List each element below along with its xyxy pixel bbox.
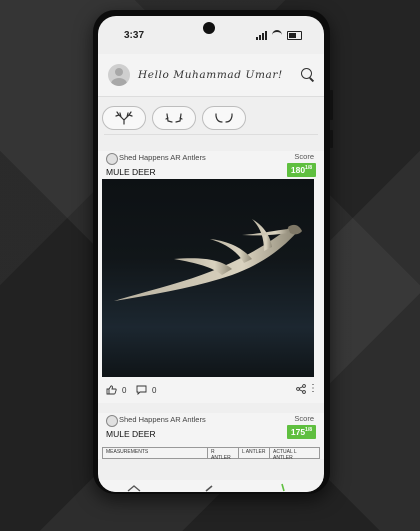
more-options-icon[interactable]: ⋮ bbox=[308, 384, 318, 394]
post-species: MULE DEER bbox=[106, 167, 156, 177]
share-icon bbox=[296, 384, 306, 394]
antler-image bbox=[114, 219, 302, 301]
score-label: Score bbox=[294, 414, 314, 423]
brand-logo bbox=[106, 415, 118, 427]
comment-count: 0 bbox=[152, 385, 157, 395]
bottom-nav-icons bbox=[127, 483, 285, 492]
like-button[interactable]: 0 bbox=[106, 385, 126, 395]
score-badge: 1751/8 bbox=[286, 425, 316, 439]
score-value: 180 bbox=[290, 165, 306, 175]
col-l-antler: L ANTLER bbox=[239, 448, 270, 458]
active-tab-icon bbox=[281, 483, 285, 492]
score-value: 175 bbox=[290, 427, 306, 437]
deer-antler-icon bbox=[115, 111, 133, 125]
status-time: 3:37 bbox=[124, 30, 145, 41]
score-unit: 1/8 bbox=[305, 165, 312, 172]
battery-icon bbox=[287, 31, 302, 40]
elk-antler-icon bbox=[165, 113, 183, 123]
app-screen: 3:37 Hello Muhammad Umar! Shed Happens A… bbox=[98, 16, 324, 492]
edit-icon bbox=[205, 485, 213, 492]
feed-divider bbox=[104, 134, 318, 141]
filter-moose[interactable] bbox=[202, 106, 246, 130]
comment-icon bbox=[136, 385, 147, 395]
front-camera bbox=[203, 22, 215, 34]
col-actual-l-antler: ACTUAL L ANTLER bbox=[273, 449, 297, 461]
bottom-nav bbox=[98, 480, 324, 492]
search-icon[interactable] bbox=[301, 68, 312, 79]
post-species: MULE DEER bbox=[106, 429, 156, 439]
thumbs-up-icon bbox=[106, 385, 117, 395]
brand-logo bbox=[106, 153, 118, 165]
filter-deer[interactable] bbox=[102, 106, 146, 130]
volume-button bbox=[330, 90, 333, 120]
filter-elk[interactable] bbox=[152, 106, 196, 130]
home-icon bbox=[127, 485, 141, 492]
post-feed: Shed Happens AR Antlers MULE DEER Score … bbox=[98, 134, 324, 461]
measurements-table-header: MEASUREMENTS R ANTLER L ANTLER ACTUAL L … bbox=[102, 447, 320, 461]
antler-filter-bar bbox=[102, 106, 246, 130]
phone-frame: 3:37 Hello Muhammad Umar! Shed Happens A… bbox=[93, 10, 333, 494]
signal-icon bbox=[256, 31, 267, 40]
post-brand[interactable]: Shed Happens AR Antlers bbox=[119, 153, 206, 162]
score-unit: 1/8 bbox=[305, 427, 312, 434]
col-r-antler: R ANTLER bbox=[208, 448, 239, 461]
post-brand[interactable]: Shed Happens AR Antlers bbox=[119, 415, 206, 424]
post-card[interactable]: Shed Happens AR Antlers MULE DEER Score … bbox=[98, 413, 324, 461]
share-button[interactable] bbox=[296, 384, 306, 396]
greeting-text: Hello Muhammad Umar! bbox=[138, 69, 283, 81]
app-header: Hello Muhammad Umar! bbox=[98, 54, 324, 97]
post-card[interactable]: Shed Happens AR Antlers MULE DEER Score … bbox=[98, 151, 324, 403]
score-label: Score bbox=[294, 152, 314, 161]
wifi-icon bbox=[272, 30, 282, 40]
like-count: 0 bbox=[122, 385, 127, 395]
comment-button[interactable]: 0 bbox=[136, 385, 156, 395]
col-measurements: MEASUREMENTS bbox=[103, 448, 208, 458]
power-button bbox=[330, 130, 333, 148]
post-actions: 0 0 ⋮ bbox=[98, 377, 324, 403]
avatar[interactable] bbox=[108, 64, 130, 86]
score-badge: 1801/8 bbox=[286, 163, 316, 177]
moose-antler-icon bbox=[215, 113, 233, 123]
antler-photo[interactable] bbox=[102, 179, 314, 377]
status-bar: 3:37 bbox=[98, 16, 324, 52]
